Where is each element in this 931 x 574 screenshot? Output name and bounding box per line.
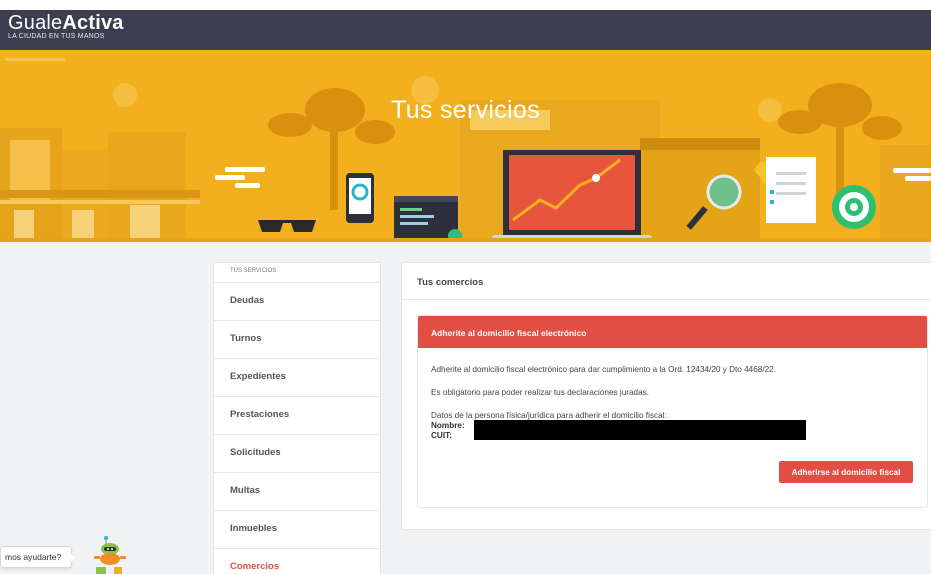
adherirse-button[interactable]: Adherirse al domicilio fiscal bbox=[779, 461, 913, 483]
sidebar-item-turnos[interactable]: Turnos bbox=[214, 321, 380, 359]
chat-help-bubble[interactable]: mos ayudarte? bbox=[0, 546, 76, 568]
brand-logo[interactable]: GualeActiva LA CIUDAD EN TUS MANOS bbox=[8, 12, 124, 40]
cuit-label: CUIT: bbox=[431, 430, 452, 440]
logo-prefix: Guale bbox=[8, 12, 63, 34]
nombre-label: Nombre: bbox=[431, 420, 465, 430]
alert-header: Adherite al domicilio fiscal electrónico bbox=[418, 316, 927, 348]
logo-bold: Activa bbox=[62, 12, 124, 34]
hero-banner: Tus servicios bbox=[0, 50, 931, 242]
alert-body: Adherite al domicilio fiscal electrónico… bbox=[418, 348, 927, 440]
sidebar-item-deudas[interactable]: Deudas bbox=[214, 283, 380, 321]
sidebar-item-multas[interactable]: Multas bbox=[214, 473, 380, 511]
nombre-row: Nombre: bbox=[431, 420, 927, 430]
sidebar-item-prestaciones[interactable]: Prestaciones bbox=[214, 397, 380, 435]
cuit-redacted-value bbox=[474, 430, 806, 440]
sidebar-item-comercios[interactable]: Comercios bbox=[214, 549, 380, 574]
panel-title: Tus comercios bbox=[402, 263, 931, 300]
services-sidebar: TUS SERVICIOS Deudas Turnos Expedientes … bbox=[213, 262, 381, 574]
top-margin bbox=[0, 0, 931, 10]
sidebar-header: TUS SERVICIOS bbox=[214, 263, 380, 283]
hero-title: Tus servicios bbox=[391, 96, 540, 124]
cuit-row: CUIT: bbox=[431, 430, 927, 440]
comercios-panel: Tus comercios Adherite al domicilio fisc… bbox=[401, 262, 931, 530]
chat-robot-icon[interactable] bbox=[90, 534, 134, 574]
logo-tagline: LA CIUDAD EN TUS MANOS bbox=[8, 33, 105, 40]
alert-text-obligatory: Es obligatorio para poder realizar tus d… bbox=[431, 388, 650, 397]
top-navbar: GualeActiva LA CIUDAD EN TUS MANOS bbox=[0, 10, 931, 50]
alert-text-ordinance: Adherite al domicilio fiscal electrónico… bbox=[431, 365, 776, 374]
sidebar-item-expedientes[interactable]: Expedientes bbox=[214, 359, 380, 397]
domicilio-fiscal-card: Adherite al domicilio fiscal electrónico… bbox=[417, 315, 928, 508]
nombre-redacted-value bbox=[474, 420, 806, 430]
sidebar-item-solicitudes[interactable]: Solicitudes bbox=[214, 435, 380, 473]
alert-text-data-intro: Datos de la persona física/jurídica para… bbox=[431, 411, 667, 420]
page: GualeActiva LA CIUDAD EN TUS MANOS Tus s… bbox=[0, 0, 931, 574]
sidebar-item-inmuebles[interactable]: Inmuebles bbox=[214, 511, 380, 549]
hero-illustration bbox=[0, 58, 931, 242]
